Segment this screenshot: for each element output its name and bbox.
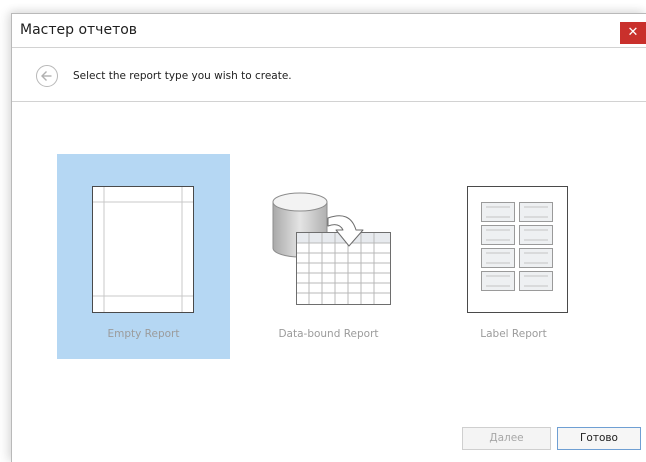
title-bar: Мастер отчетов ✕: [12, 14, 646, 47]
report-type-data-bound[interactable]: Data-bound Report: [242, 154, 415, 359]
finish-button[interactable]: Готово: [557, 427, 641, 450]
next-button[interactable]: Далее: [462, 427, 551, 450]
report-type-label: Label Report: [480, 328, 547, 340]
report-type-empty[interactable]: Empty Report: [57, 154, 230, 359]
label-report-icon: [467, 186, 568, 313]
report-type-label: Empty Report: [107, 328, 180, 340]
arrow-left-icon: [41, 71, 52, 81]
report-type-label-report[interactable]: Label Report: [427, 154, 600, 359]
close-icon: ✕: [627, 25, 639, 40]
window-title: Мастер отчетов: [20, 22, 138, 38]
wizard-instruction: Select the report type you wish to creat…: [73, 70, 292, 82]
wizard-header: Select the report type you wish to creat…: [12, 47, 646, 102]
close-button[interactable]: ✕: [620, 22, 646, 44]
back-button[interactable]: [36, 65, 58, 87]
report-wizard-window: Мастер отчетов ✕ Select the report type …: [11, 13, 646, 462]
empty-report-icon: [92, 186, 194, 313]
data-bound-report-icon: [272, 192, 391, 305]
report-type-label: Data-bound Report: [278, 328, 379, 340]
